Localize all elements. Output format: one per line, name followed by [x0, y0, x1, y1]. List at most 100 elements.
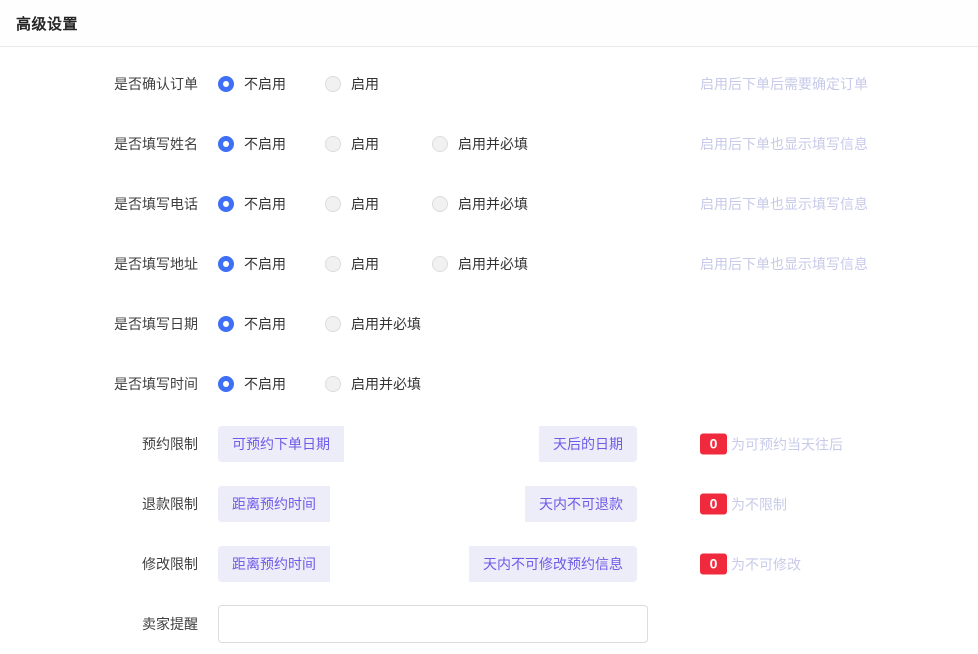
row-booking-limit: 预约限制可预约下单日期天后的日期 0为可预约当天往后 [0, 414, 978, 474]
radio-selected-icon[interactable] [218, 316, 234, 332]
row-content-seller-reminder [218, 605, 648, 643]
radio-unselected-icon[interactable] [325, 256, 341, 272]
row-note: 0为不限制 [700, 494, 787, 515]
radio-group-confirm-order: 不启用 启用 [218, 74, 379, 94]
row-label-modify-limit: 修改限制 [0, 554, 198, 574]
radio-option-label: 不启用 [244, 194, 286, 214]
badge-note: 为不限制 [731, 494, 787, 514]
radio-option-label: 不启用 [244, 134, 286, 154]
refund-limit-input-group: 距离预约时间 天内不可退款 [218, 486, 637, 522]
radio-unselected-icon[interactable] [325, 76, 341, 92]
radio-option-confirm-order-1[interactable]: 启用 [325, 74, 379, 94]
booking-limit-input-group: 可预约下单日期天后的日期 [218, 426, 637, 462]
radio-option-label: 启用 [351, 134, 379, 154]
radio-unselected-icon[interactable] [325, 196, 341, 212]
radio-unselected-icon[interactable] [325, 136, 341, 152]
input-suffix-label: 天后的日期 [539, 426, 637, 462]
radio-option-label: 启用 [351, 194, 379, 214]
row-content-fill-phone: 不启用 启用 启用并必填 [218, 194, 528, 214]
radio-option-fill-date-1[interactable]: 启用并必填 [325, 314, 421, 334]
radio-option-label: 不启用 [244, 254, 286, 274]
badge-note: 为可预约当天往后 [731, 434, 843, 454]
row-content-refund-limit: 距离预约时间 天内不可退款 [218, 486, 637, 522]
row-confirm-order: 是否确认订单 不启用 启用 启用后下单后需要确定订单 [0, 54, 978, 114]
radio-option-label: 启用并必填 [351, 374, 421, 394]
row-fill-address: 是否填写地址 不启用 启用 启用并必填 启用后下单也显示填写信息 [0, 234, 978, 294]
radio-group-fill-phone: 不启用 启用 启用并必填 [218, 194, 528, 214]
input-suffix-label: 天内不可退款 [525, 486, 637, 522]
row-label-fill-time: 是否填写时间 [0, 374, 198, 394]
radio-group-fill-time: 不启用 启用并必填 [218, 374, 421, 394]
row-label-fill-name: 是否填写姓名 [0, 134, 198, 154]
radio-option-fill-name-1[interactable]: 启用 [325, 134, 432, 154]
radio-unselected-icon[interactable] [432, 136, 448, 152]
row-content-fill-date: 不启用 启用并必填 [218, 314, 421, 334]
radio-option-label: 启用并必填 [458, 194, 528, 214]
radio-option-label: 启用并必填 [458, 134, 528, 154]
row-label-fill-date: 是否填写日期 [0, 314, 198, 334]
row-hint: 启用后下单后需要确定订单 [700, 74, 868, 94]
radio-group-fill-address: 不启用 启用 启用并必填 [218, 254, 528, 274]
input-prefix-label: 距离预约时间 [218, 546, 330, 582]
radio-selected-icon[interactable] [218, 376, 234, 392]
row-label-booking-limit: 预约限制 [0, 434, 198, 454]
radio-selected-icon[interactable] [218, 136, 234, 152]
radio-option-fill-phone-1[interactable]: 启用 [325, 194, 432, 214]
row-label-fill-phone: 是否填写电话 [0, 194, 198, 214]
radio-option-fill-address-2[interactable]: 启用并必填 [432, 254, 528, 274]
radio-option-label: 不启用 [244, 374, 286, 394]
row-label-seller-reminder: 卖家提醒 [0, 614, 198, 634]
page-title: 高级设置 [16, 13, 962, 34]
radio-selected-icon[interactable] [218, 256, 234, 272]
radio-option-fill-name-0[interactable]: 不启用 [218, 134, 325, 154]
row-hint: 启用后下单也显示填写信息 [700, 194, 868, 214]
radio-option-fill-phone-2[interactable]: 启用并必填 [432, 194, 528, 214]
radio-option-label: 启用并必填 [458, 254, 528, 274]
radio-option-label: 启用并必填 [351, 314, 421, 334]
radio-option-fill-time-1[interactable]: 启用并必填 [325, 374, 421, 394]
radio-option-confirm-order-0[interactable]: 不启用 [218, 74, 325, 94]
row-label-fill-address: 是否填写地址 [0, 254, 198, 274]
radio-selected-icon[interactable] [218, 76, 234, 92]
row-fill-name: 是否填写姓名不启用启用启用并必填启用后下单也显示填写信息 [0, 114, 978, 174]
radio-group-fill-name: 不启用 启用 启用并必填 [218, 134, 528, 154]
row-fill-phone: 是否填写电话 不启用 启用 启用并必填 启用后下单也显示填写信息 [0, 174, 978, 234]
row-content-fill-address: 不启用 启用 启用并必填 [218, 254, 528, 274]
refund-limit-input[interactable] [330, 486, 525, 522]
zero-badge: 0 [700, 494, 727, 515]
modify-limit-input-group: 距离预约时间 天内不可修改预约信息 [218, 546, 637, 582]
row-label-confirm-order: 是否确认订单 [0, 74, 198, 94]
row-seller-reminder: 卖家提醒 [0, 594, 978, 654]
radio-option-label: 不启用 [244, 74, 286, 94]
row-label-refund-limit: 退款限制 [0, 494, 198, 514]
row-note: 0为不可修改 [700, 554, 801, 575]
row-refund-limit: 退款限制距离预约时间 天内不可退款 0为不限制 [0, 474, 978, 534]
row-content-fill-time: 不启用 启用并必填 [218, 374, 421, 394]
radio-option-label: 不启用 [244, 314, 286, 334]
row-note: 0为可预约当天往后 [700, 434, 843, 455]
row-modify-limit: 修改限制距离预约时间 天内不可修改预约信息 0为不可修改 [0, 534, 978, 594]
radio-option-fill-address-1[interactable]: 启用 [325, 254, 432, 274]
row-hint: 启用后下单也显示填写信息 [700, 254, 868, 274]
radio-option-fill-name-2[interactable]: 启用并必填 [432, 134, 528, 154]
input-prefix-label: 距离预约时间 [218, 486, 330, 522]
modify-limit-input[interactable] [330, 546, 469, 582]
radio-unselected-icon[interactable] [325, 376, 341, 392]
row-content-modify-limit: 距离预约时间 天内不可修改预约信息 [218, 546, 637, 582]
radio-unselected-icon[interactable] [432, 256, 448, 272]
radio-option-fill-date-0[interactable]: 不启用 [218, 314, 325, 334]
booking-limit-input[interactable] [344, 426, 539, 462]
radio-option-fill-time-0[interactable]: 不启用 [218, 374, 325, 394]
settings-form: 是否确认订单不启用启用启用后下单后需要确定订单是否填写姓名不启用启用启用并必填启… [0, 47, 978, 654]
seller-reminder-input[interactable] [218, 605, 648, 643]
radio-option-fill-phone-0[interactable]: 不启用 [218, 194, 325, 214]
badge-note: 为不可修改 [731, 554, 801, 574]
radio-option-fill-address-0[interactable]: 不启用 [218, 254, 325, 274]
radio-selected-icon[interactable] [218, 196, 234, 212]
radio-unselected-icon[interactable] [325, 316, 341, 332]
radio-unselected-icon[interactable] [432, 196, 448, 212]
page-header: 高级设置 [0, 0, 978, 47]
row-fill-time: 是否填写时间 不启用 启用并必填 [0, 354, 978, 414]
input-suffix-label: 天内不可修改预约信息 [469, 546, 637, 582]
radio-group-fill-date: 不启用 启用并必填 [218, 314, 421, 334]
